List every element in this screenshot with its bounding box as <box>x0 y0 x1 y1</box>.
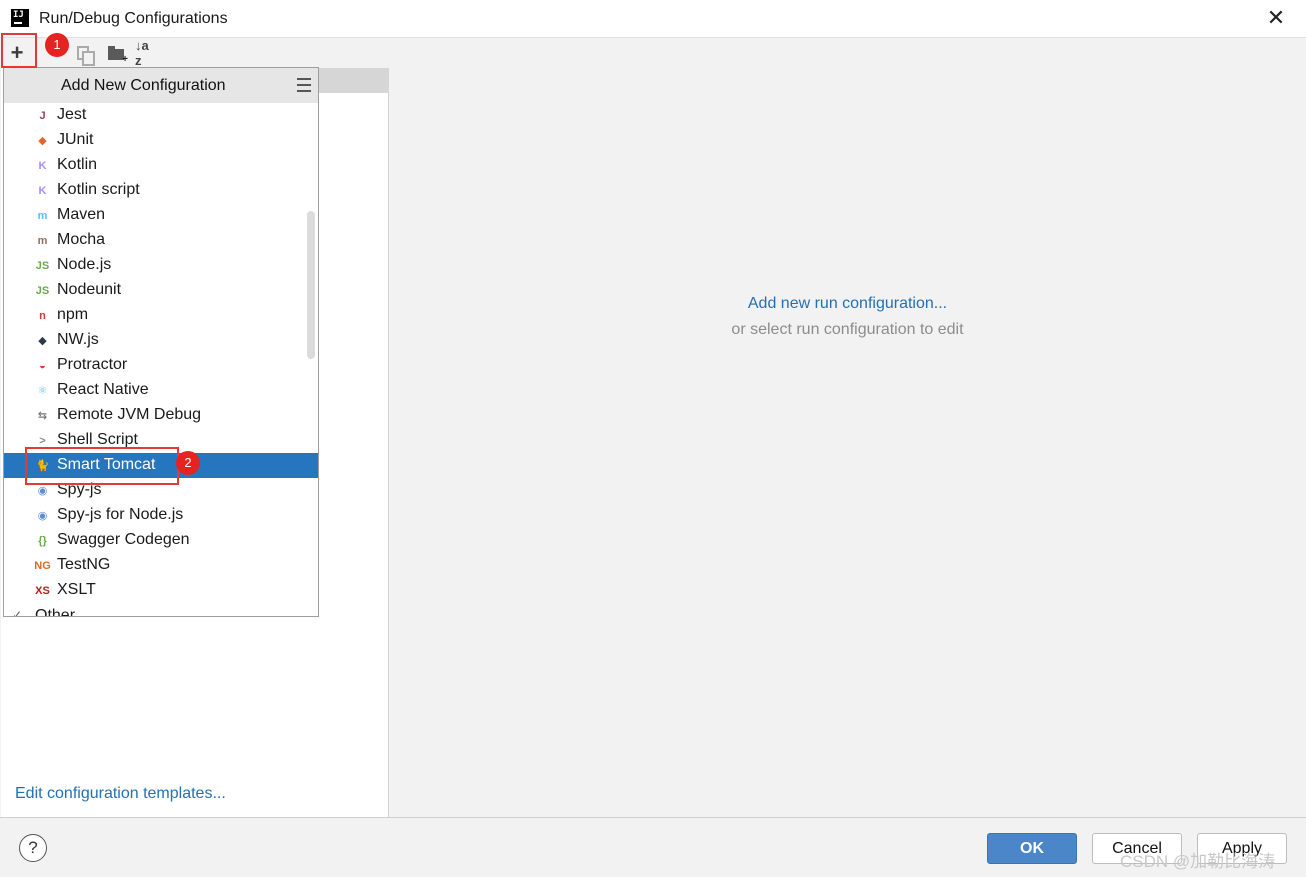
configuration-editor-panel: Add new run configuration... or select r… <box>390 38 1305 817</box>
spyjs-node-icon: ◉ <box>37 510 48 522</box>
list-item-node-js[interactable]: JS Node.js <box>4 253 318 278</box>
title-bar: IJ Run/Debug Configurations ✕ <box>0 0 1306 38</box>
list-item-label: Kotlin <box>57 156 98 173</box>
list-item-kotlin[interactable]: K Kotlin <box>4 153 318 178</box>
jest-icon: J <box>39 109 46 122</box>
react-icon: ⚛ <box>37 385 48 397</box>
list-item-label: Other <box>35 607 76 617</box>
list-item-spy-js-for-node-js[interactable]: ◉ Spy-js for Node.js <box>4 503 318 528</box>
list-item-label: Kotlin script <box>57 181 140 198</box>
list-item-label: Swagger Codegen <box>57 531 190 548</box>
highlight-box-add <box>1 33 37 68</box>
ok-button[interactable]: OK <box>987 833 1077 864</box>
new-folder-icon[interactable] <box>105 42 128 65</box>
add-new-configuration-popup: Add New Configuration J Jest ◆ JUnit K Kotlin… <box>3 67 319 617</box>
list-item-label: Spy-js for Node.js <box>57 506 184 523</box>
list-item-label: Nodeunit <box>57 281 122 298</box>
xslt-icon: XS <box>35 584 50 597</box>
list-item-label: JUnit <box>57 131 94 148</box>
list-item-protractor[interactable]: ◒ Protractor <box>4 353 318 378</box>
kotlin-icon: K <box>38 159 47 172</box>
mocha-icon: m <box>37 234 48 247</box>
window-title: Run/Debug Configurations <box>39 10 228 27</box>
popup-header: Add New Configuration <box>4 68 318 103</box>
nodejs-icon: JS <box>35 259 50 272</box>
kotlin-script-icon: K <box>38 184 47 197</box>
npm-icon: n <box>39 309 46 322</box>
watermark-text: CSDN @加勒比海涛 <box>1120 852 1276 871</box>
list-item-kotlin-script[interactable]: K Kotlin script <box>4 178 318 203</box>
edit-configuration-templates-link[interactable]: Edit configuration templates... <box>15 785 226 803</box>
list-item-label: Maven <box>57 206 106 223</box>
collapse-all-icon[interactable] <box>297 74 311 96</box>
list-item-remote-jvm-debug[interactable]: ⇆ Remote JVM Debug <box>4 403 318 428</box>
dialog-footer: ? OK Cancel Apply CSDN @加勒比海涛 <box>0 817 1306 877</box>
nwjs-icon: ◆ <box>38 335 47 347</box>
list-item-label: Protractor <box>57 356 128 373</box>
list-item-swagger-codegen[interactable]: {} Swagger Codegen <box>4 528 318 553</box>
junit-icon: ◆ <box>38 135 47 147</box>
list-item-jest[interactable]: J Jest <box>4 103 318 128</box>
list-item-react-native[interactable]: ⚛ React Native <box>4 378 318 403</box>
tree-selection-strip <box>319 68 389 93</box>
sort-configurations-icon[interactable]: ↓a z <box>135 38 157 68</box>
add-new-run-configuration-link[interactable]: Add new run configuration... <box>390 295 1305 313</box>
list-item-xslt[interactable]: XS XSLT <box>4 578 318 603</box>
empty-state-hint: or select run configuration to edit <box>731 321 964 338</box>
nodeunit-icon: JS <box>35 284 50 297</box>
list-item-other[interactable]: ✓ Other <box>4 605 318 617</box>
list-item-npm[interactable]: n npm <box>4 303 318 328</box>
list-item-label: Node.js <box>57 256 112 273</box>
step-badge-1: 1 <box>45 33 69 57</box>
step-badge-2: 2 <box>176 451 200 475</box>
list-item-nodeunit[interactable]: JS Nodeunit <box>4 278 318 303</box>
list-item-maven[interactable]: m Maven <box>4 203 318 228</box>
list-item-label: XSLT <box>57 581 96 598</box>
protractor-icon: ◒ <box>39 359 46 372</box>
list-item-label: npm <box>57 306 89 323</box>
intellij-app-icon: IJ <box>8 7 29 27</box>
list-item-label: Mocha <box>57 231 106 248</box>
remote-debug-icon: ⇆ <box>37 410 48 422</box>
list-item-label: NW.js <box>57 331 99 348</box>
list-item-testng[interactable]: NG TestNG <box>4 553 318 578</box>
swagger-icon: {} <box>38 534 47 547</box>
list-item-label: Remote JVM Debug <box>57 406 202 423</box>
list-item-junit[interactable]: ◆ JUnit <box>4 128 318 153</box>
maven-icon: m <box>37 209 48 222</box>
close-icon[interactable]: ✕ <box>1265 7 1287 29</box>
help-icon[interactable]: ? <box>19 834 47 862</box>
list-item-label: React Native <box>57 381 149 398</box>
list-item-label: TestNG <box>57 556 111 573</box>
list-item-mocha[interactable]: m Mocha <box>4 228 318 253</box>
list-item-label: Jest <box>57 106 87 123</box>
popup-title: Add New Configuration <box>61 77 226 94</box>
popup-scrollbar[interactable] <box>307 211 315 359</box>
highlight-box-smart-tomcat <box>25 447 179 485</box>
testng-icon: NG <box>34 559 51 572</box>
copy-configuration-icon[interactable] <box>72 42 95 66</box>
list-item-nw-js[interactable]: ◆ NW.js <box>4 328 318 353</box>
chevron-down-icon: ✓ <box>12 608 23 617</box>
